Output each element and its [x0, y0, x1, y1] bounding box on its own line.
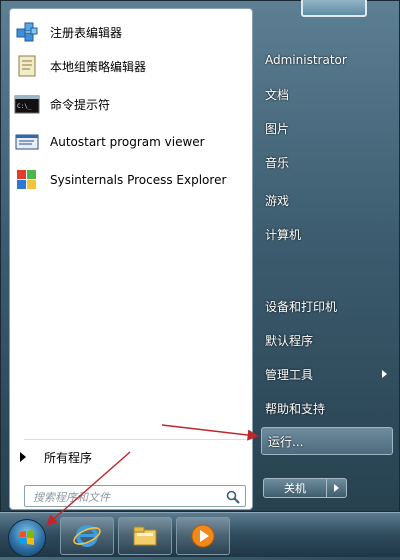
search-input[interactable]	[31, 488, 221, 506]
right-item-label: 计算机	[265, 227, 302, 242]
search-box[interactable]	[24, 485, 246, 507]
right-item-help-support[interactable]: 帮助和支持	[265, 395, 391, 421]
pinned-item-process-explorer[interactable]: Sysinternals Process Explorer	[14, 163, 248, 197]
right-item-label: 管理工具	[265, 367, 314, 382]
cmd-icon: C:\_	[14, 91, 40, 117]
search-icon[interactable]	[226, 489, 240, 504]
right-item-devices-printers[interactable]: 设备和打印机	[265, 293, 391, 319]
right-item-games[interactable]: 游戏	[265, 187, 391, 213]
policy-editor-icon	[14, 53, 40, 79]
pinned-item-label: 注册表编辑器	[50, 25, 123, 40]
all-programs-button[interactable]: 所有程序	[20, 445, 244, 469]
pinned-item-label: Sysinternals Process Explorer	[50, 173, 227, 187]
autoruns-icon	[14, 129, 40, 155]
registry-editor-icon	[14, 19, 40, 45]
pinned-item-registry-editor[interactable]: 注册表编辑器	[14, 15, 248, 49]
taskbar	[0, 512, 400, 557]
windows-logo-icon	[20, 530, 34, 545]
pinned-item-policy-editor[interactable]: 本地组策略编辑器	[14, 49, 248, 83]
right-item-label: 文档	[265, 87, 290, 102]
internet-explorer-icon	[73, 525, 101, 547]
run-label: 运行...	[268, 434, 304, 449]
all-programs-label: 所有程序	[44, 450, 93, 465]
pinned-item-label: Autostart program viewer	[50, 135, 205, 149]
right-item-label: 游戏	[265, 193, 290, 208]
chevron-right-icon	[382, 370, 387, 378]
right-item-computer[interactable]: 计算机	[265, 221, 391, 247]
shutdown-button[interactable]: 关机	[263, 478, 327, 498]
pinned-item-command-prompt[interactable]: C:\_ 命令提示符	[14, 87, 248, 121]
pinned-item-autoruns[interactable]: Autostart program viewer	[14, 125, 248, 159]
right-item-default-programs[interactable]: 默认程序	[265, 327, 391, 353]
chevron-right-icon	[20, 452, 26, 462]
right-item-label: 设备和打印机	[265, 299, 338, 314]
taskbar-media-player[interactable]	[176, 517, 230, 555]
right-item-documents[interactable]: 文档	[265, 81, 391, 107]
user-name: Administrator	[265, 53, 347, 67]
start-orb[interactable]	[8, 519, 46, 557]
programs-pane: 注册表编辑器 本地组策略编辑器 C:\_ 命令提示符 Autostart pro…	[9, 8, 253, 510]
pinned-item-label: 命令提示符	[50, 97, 111, 112]
svg-text:C:\_: C:\_	[17, 103, 32, 110]
chevron-right-icon	[334, 484, 339, 492]
right-item-label: 音乐	[265, 155, 290, 170]
start-menu: 注册表编辑器 本地组策略编辑器 C:\_ 命令提示符 Autostart pro…	[0, 0, 400, 512]
pinned-item-label: 本地组策略编辑器	[50, 59, 147, 74]
right-item-label: 帮助和支持	[265, 401, 326, 416]
right-item-label: 图片	[265, 121, 290, 136]
taskbar-internet-explorer[interactable]	[60, 517, 114, 555]
shutdown-options-button[interactable]	[327, 478, 347, 498]
user-picture[interactable]	[301, 0, 367, 17]
right-item-admin-tools[interactable]: 管理工具	[265, 361, 391, 387]
right-item-music[interactable]: 音乐	[265, 149, 391, 175]
media-player-icon	[191, 524, 215, 548]
right-item-label: 默认程序	[265, 333, 314, 348]
user-folder[interactable]: Administrator	[265, 47, 391, 73]
right-item-pictures[interactable]: 图片	[265, 115, 391, 141]
windows-explorer-icon	[133, 526, 157, 546]
process-explorer-icon	[14, 167, 40, 193]
taskbar-windows-explorer[interactable]	[118, 517, 172, 555]
run-button[interactable]: 运行...	[261, 427, 393, 455]
separator	[24, 439, 246, 440]
shutdown-label: 关机	[284, 482, 306, 495]
